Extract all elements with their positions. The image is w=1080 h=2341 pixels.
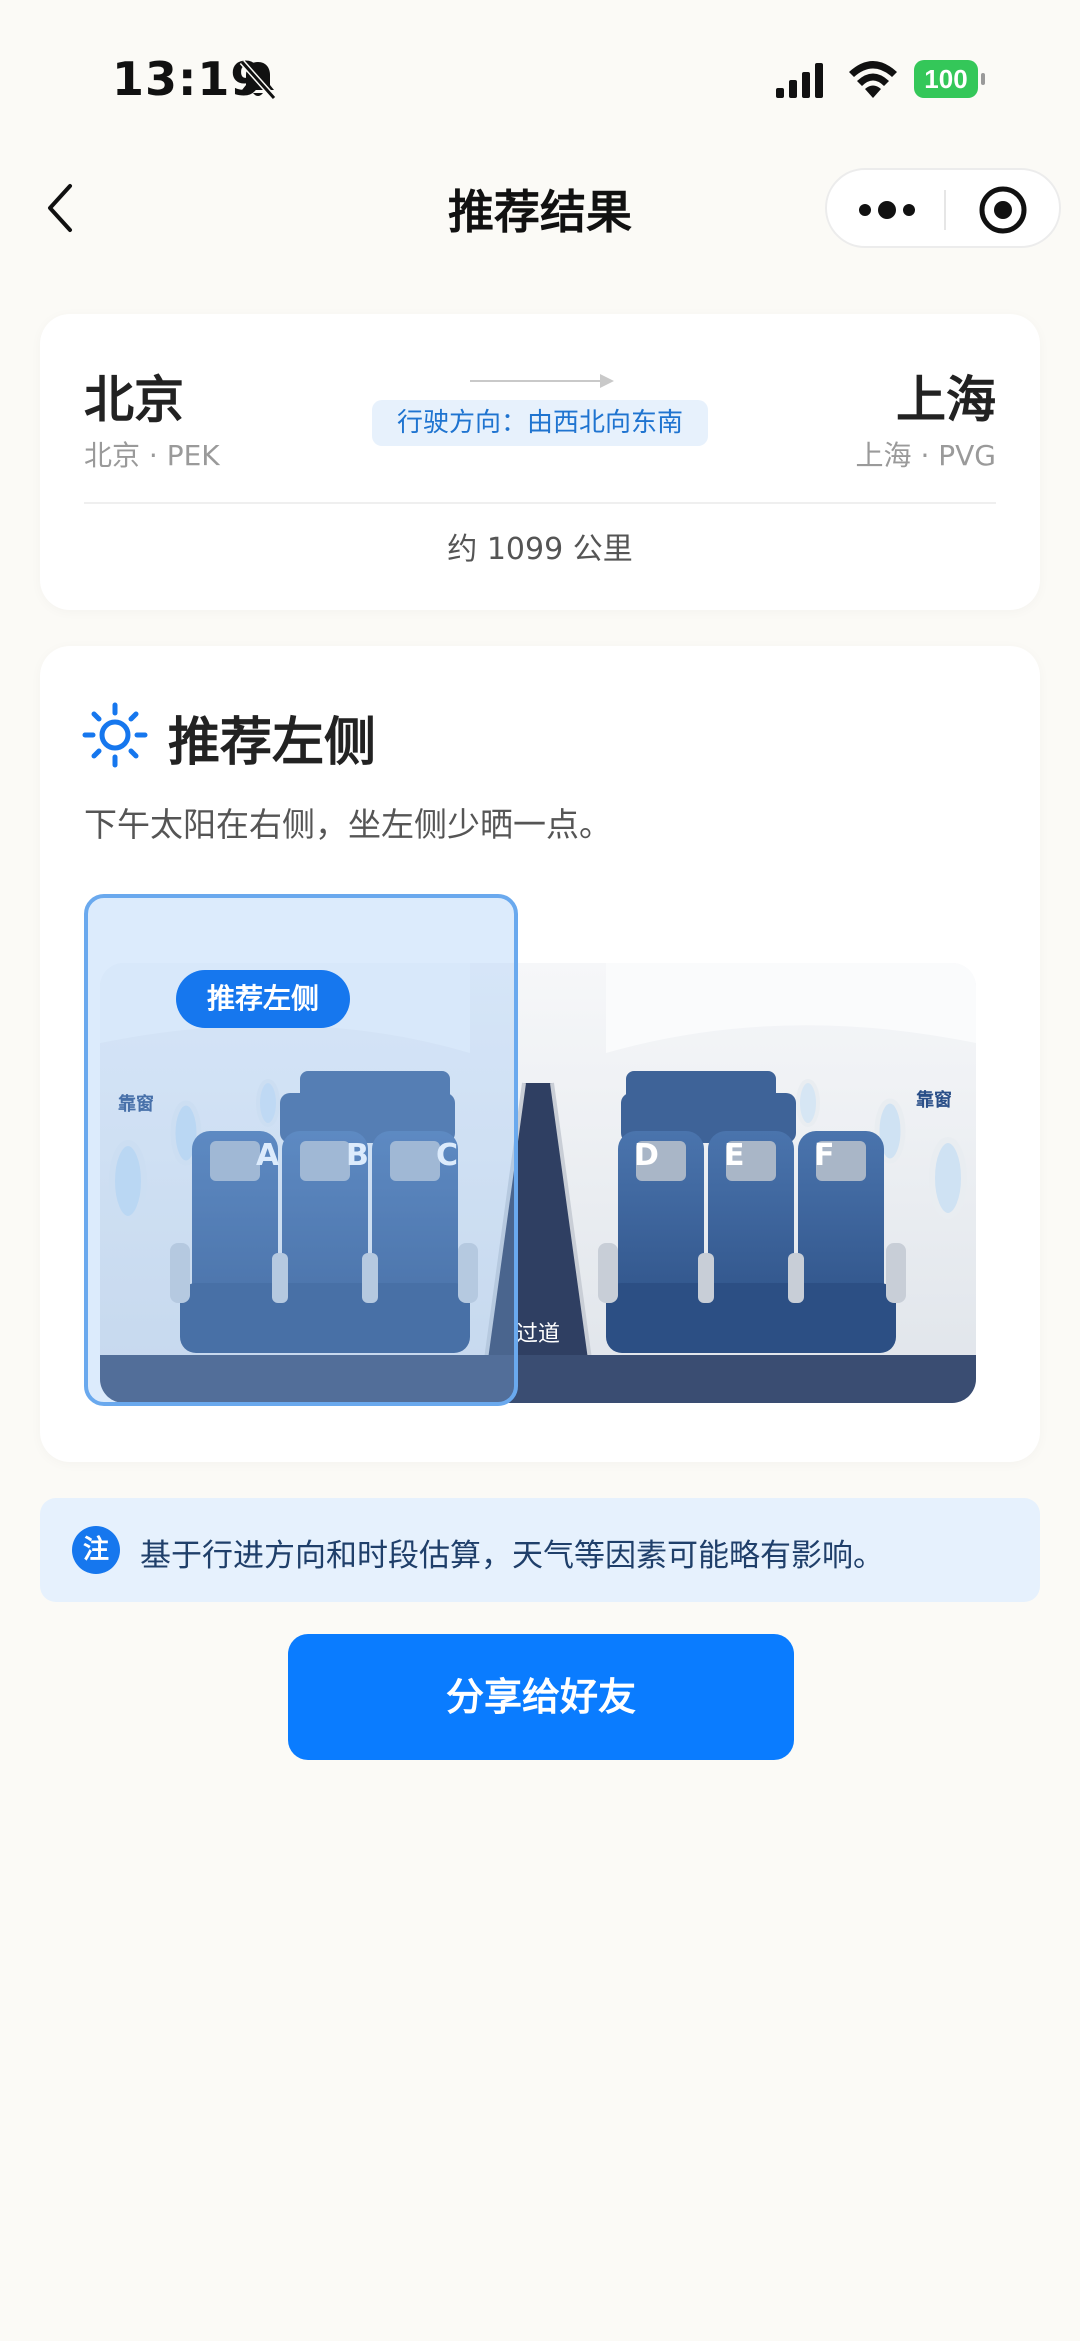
battery-level: 100 xyxy=(914,60,978,98)
destination-code: 上海 · PVG xyxy=(855,439,996,472)
destination-city: 上海 xyxy=(896,371,996,429)
bell-off-icon xyxy=(239,60,277,100)
signal-icon xyxy=(776,63,823,98)
sun-icon xyxy=(82,702,148,768)
seat-label-f: F xyxy=(814,1138,835,1173)
route-arrow-head xyxy=(600,374,614,388)
seat-label-e: E xyxy=(724,1138,745,1173)
left-side-highlight-badge: 推荐左侧 xyxy=(176,970,350,1028)
mini-program-capsule xyxy=(825,168,1061,248)
note-text: 基于行进方向和时段估算，天气等因素可能略有影响。 xyxy=(140,1538,884,1574)
target-icon[interactable] xyxy=(977,184,1029,236)
recommendation-title: 推荐左侧 xyxy=(168,713,377,773)
direction-badge: 行驶方向：由西北向东南 xyxy=(372,400,708,446)
route-arrow xyxy=(470,380,610,382)
wifi-icon xyxy=(849,61,897,98)
more-dots-icon[interactable] xyxy=(855,196,919,224)
seat-label-d: D xyxy=(634,1138,659,1173)
note-badge: 注 xyxy=(72,1526,120,1574)
recommendation-description: 下午太阳在右侧，坐左侧少晒一点。 xyxy=(84,805,612,844)
distance-text: 约 1099 公里 xyxy=(447,532,633,567)
origin-code: 北京 · PEK xyxy=(84,439,220,472)
origin-city: 北京 xyxy=(84,371,184,429)
divider xyxy=(84,502,996,504)
share-button[interactable]: 分享给好友 xyxy=(288,1634,794,1760)
window-label-right: 靠窗 xyxy=(916,1090,952,1111)
aisle-label: 过道 xyxy=(516,1322,561,1347)
battery-icon: 100 xyxy=(914,60,986,100)
